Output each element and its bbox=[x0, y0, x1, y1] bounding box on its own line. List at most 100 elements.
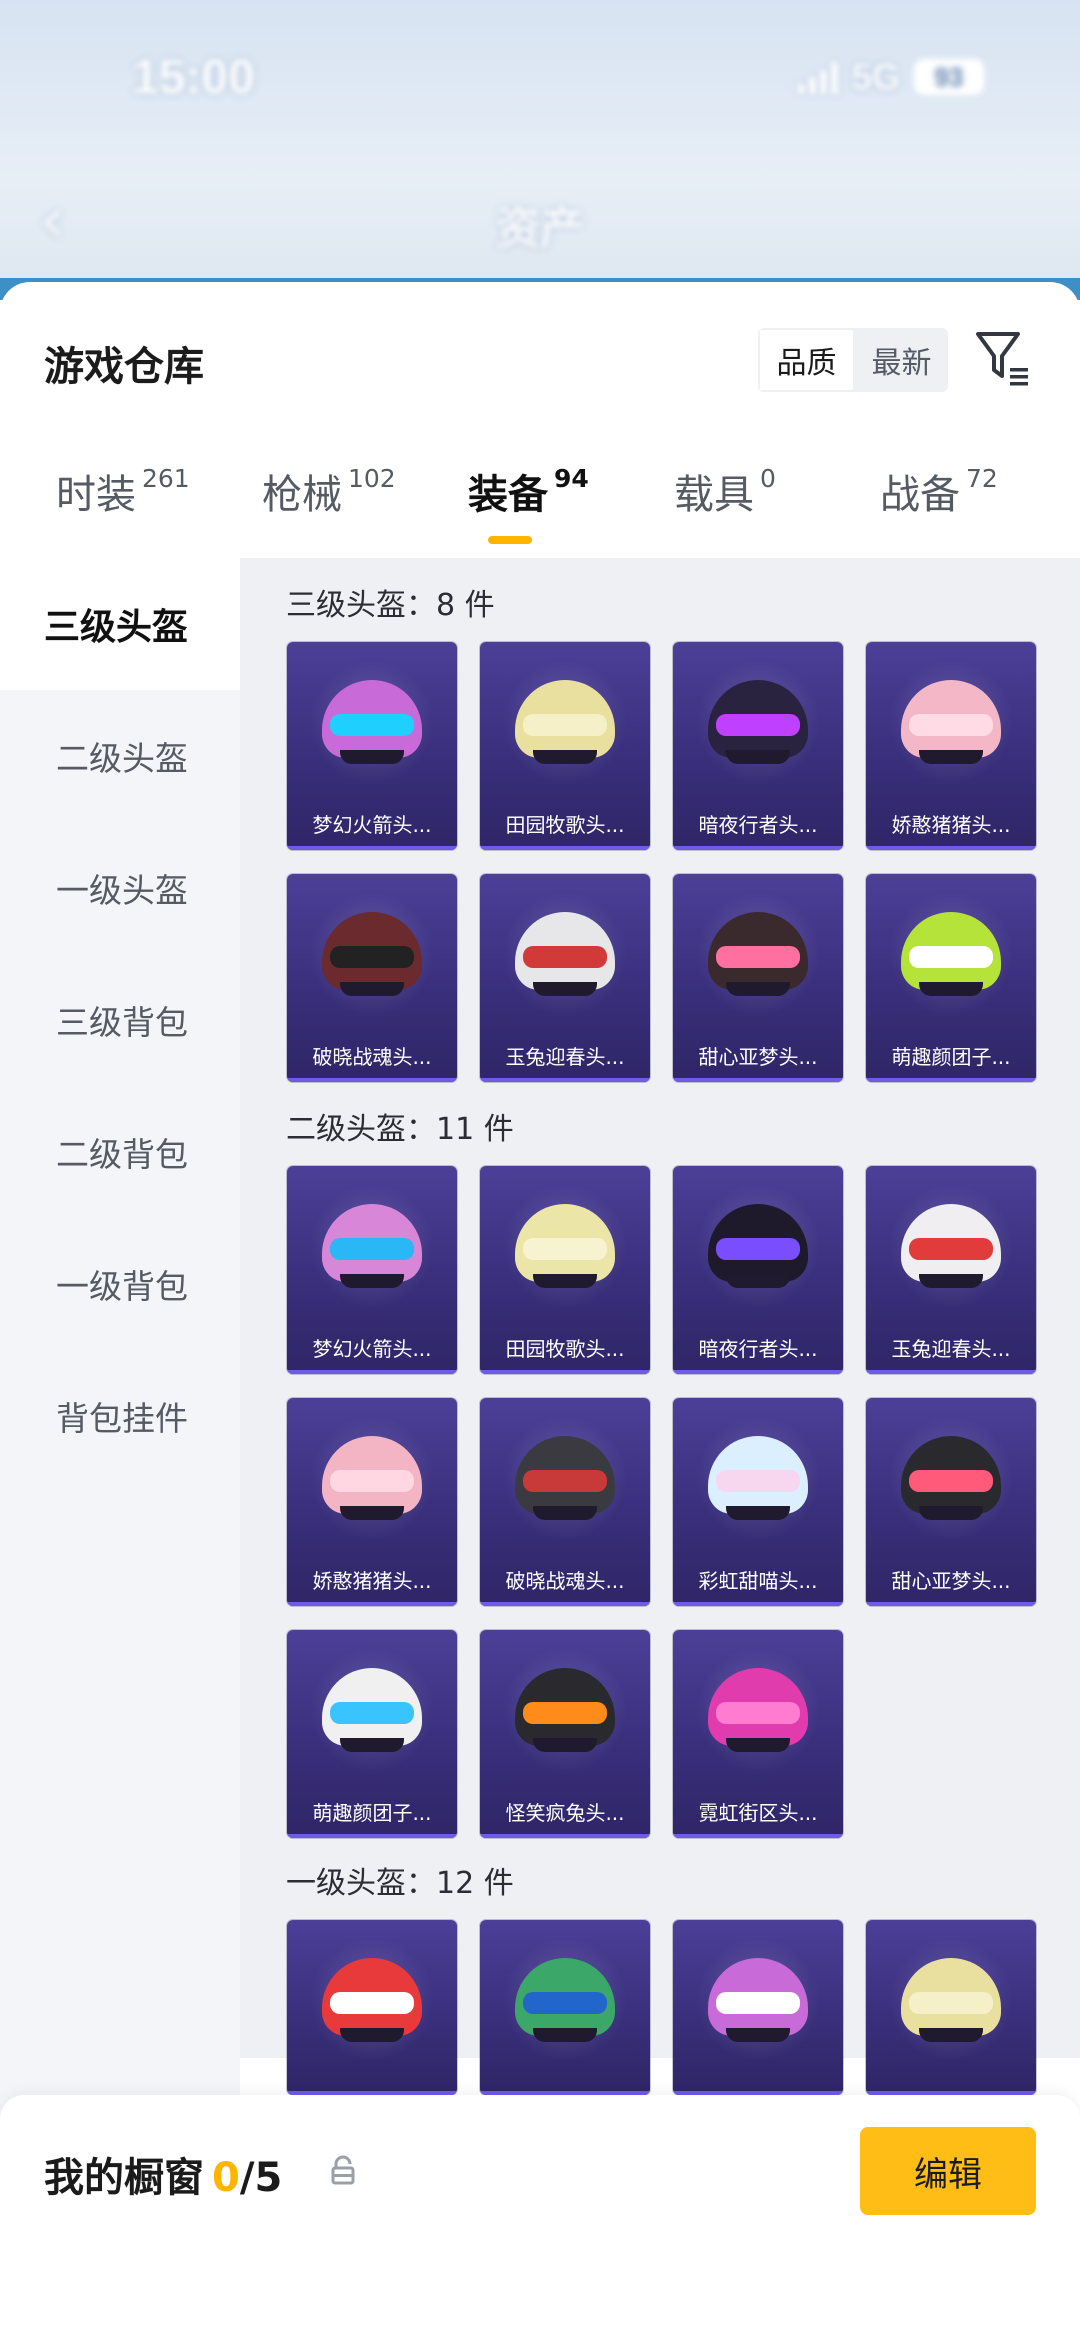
helmet-visor bbox=[716, 714, 800, 736]
edit-button[interactable]: 编辑 bbox=[860, 2127, 1036, 2215]
item-card[interactable]: 玉兔迎春头... bbox=[866, 1166, 1036, 1374]
helmet-rim bbox=[919, 2028, 983, 2042]
tab-combat-gear[interactable]: 战备 72 bbox=[880, 462, 998, 520]
helmet-icon bbox=[901, 1204, 1001, 1288]
helmet-visor bbox=[716, 1702, 800, 1724]
helmet-icon bbox=[901, 680, 1001, 764]
item-name: 梦幻火箭头... bbox=[312, 813, 432, 837]
showcase-used-count: 0 bbox=[212, 2155, 240, 2201]
item-card[interactable]: 破晓战魂头... bbox=[480, 1398, 650, 1606]
helmet-visor bbox=[716, 946, 800, 968]
helmet-visor bbox=[909, 714, 993, 736]
item-name: 梦幻火箭头... bbox=[312, 1337, 432, 1361]
helmet-rim bbox=[919, 750, 983, 764]
helmet-visor bbox=[330, 946, 414, 968]
tab-label: 时装 bbox=[56, 472, 136, 518]
item-name: 暗夜行者头... bbox=[698, 813, 818, 837]
helmet-icon bbox=[708, 1436, 808, 1520]
item-card[interactable]: 霓虹街区头... bbox=[673, 1630, 843, 1838]
showcase-bar: 我的橱窗 0 /5 编辑 bbox=[0, 2095, 1080, 2341]
item-card[interactable] bbox=[480, 1920, 650, 2095]
filter-icon[interactable] bbox=[972, 326, 1032, 390]
tab-equipment[interactable]: 装备 94 bbox=[468, 462, 589, 520]
tab-label: 载具 bbox=[674, 472, 754, 518]
helmet-rim bbox=[919, 1506, 983, 1520]
tab-count: 94 bbox=[554, 464, 589, 493]
helmet-rim bbox=[533, 2028, 597, 2042]
item-name: 田园牧歌头... bbox=[505, 813, 625, 837]
helmet-icon bbox=[708, 1668, 808, 1752]
item-card[interactable] bbox=[866, 1920, 1036, 2095]
item-card[interactable]: 萌趣颜团子... bbox=[287, 1630, 457, 1838]
tab-count: 0 bbox=[760, 464, 776, 493]
sort-quality-button[interactable]: 品质 bbox=[758, 328, 855, 392]
network-type: 5G bbox=[851, 56, 900, 97]
helmet-rim bbox=[726, 1738, 790, 1752]
item-name: 萌趣颜团子... bbox=[312, 1801, 432, 1825]
helmet-rim bbox=[340, 1738, 404, 1752]
tab-vehicles[interactable]: 载具 0 bbox=[674, 462, 776, 520]
item-name: 甜心亚梦头... bbox=[891, 1569, 1011, 1593]
helmet-visor bbox=[523, 946, 607, 968]
item-name: 娇憨猪猪头... bbox=[312, 1569, 432, 1593]
item-card[interactable]: 玉兔迎春头... bbox=[480, 874, 650, 1082]
item-name: 破晓战魂头... bbox=[312, 1045, 432, 1069]
category-level3-helmet[interactable]: 三级头盔 bbox=[0, 558, 240, 690]
helmet-rim bbox=[919, 1274, 983, 1288]
item-card[interactable]: 暗夜行者头... bbox=[673, 1166, 843, 1374]
item-card[interactable] bbox=[673, 1920, 843, 2095]
helmet-rim bbox=[726, 982, 790, 996]
helmet-icon bbox=[708, 912, 808, 996]
item-card[interactable]: 梦幻火箭头... bbox=[287, 642, 457, 850]
item-card[interactable]: 甜心亚梦头... bbox=[866, 1398, 1036, 1606]
item-card[interactable]: 梦幻火箭头... bbox=[287, 1166, 457, 1374]
item-card[interactable]: 暗夜行者头... bbox=[673, 642, 843, 850]
lock-icon bbox=[331, 2155, 355, 2185]
tab-count: 72 bbox=[966, 464, 998, 493]
category-level1-helmet[interactable]: 一级头盔 bbox=[0, 822, 240, 954]
item-card[interactable]: 彩虹甜喵头... bbox=[673, 1398, 843, 1606]
helmet-visor bbox=[523, 1992, 607, 2014]
sort-newest-button[interactable]: 最新 bbox=[855, 328, 948, 392]
item-card[interactable]: 破晓战魂头... bbox=[287, 874, 457, 1082]
tab-bar: 时装 261 枪械 102 装备 94 载具 0 战备 72 bbox=[0, 462, 1080, 552]
item-card[interactable]: 田园牧歌头... bbox=[480, 642, 650, 850]
status-indicators: 5G 93 bbox=[797, 56, 984, 98]
page-title: 资产 bbox=[496, 203, 584, 254]
category-level1-backpack[interactable]: 一级背包 bbox=[0, 1218, 240, 1350]
top-status-area: 15:00 5G 93 ‹ 资产 bbox=[0, 0, 1080, 300]
tab-weapons[interactable]: 枪械 102 bbox=[262, 462, 396, 520]
helmet-rim bbox=[340, 982, 404, 996]
tab-label: 装备 bbox=[468, 472, 548, 518]
helmet-rim bbox=[340, 750, 404, 764]
item-card[interactable]: 甜心亚梦头... bbox=[673, 874, 843, 1082]
warehouse-title: 游戏仓库 bbox=[44, 344, 204, 390]
battery-level: 93 bbox=[934, 61, 964, 92]
helmet-icon bbox=[708, 1958, 808, 2042]
helmet-icon bbox=[515, 1436, 615, 1520]
tab-fashion[interactable]: 时装 261 bbox=[56, 462, 190, 520]
category-backpack-charm[interactable]: 背包挂件 bbox=[0, 1350, 240, 1482]
helmet-visor bbox=[909, 946, 993, 968]
helmet-icon bbox=[515, 680, 615, 764]
item-card[interactable]: 娇憨猪猪头... bbox=[287, 1398, 457, 1606]
item-name: 玉兔迎春头... bbox=[505, 1045, 625, 1069]
item-card[interactable]: 怪笑疯兔头... bbox=[480, 1630, 650, 1838]
category-level2-backpack[interactable]: 二级背包 bbox=[0, 1086, 240, 1218]
helmet-visor bbox=[330, 1470, 414, 1492]
signal-icon bbox=[797, 60, 838, 94]
item-card[interactable]: 娇憨猪猪头... bbox=[866, 642, 1036, 850]
item-card[interactable] bbox=[287, 1920, 457, 2095]
category-sidebar: 三级头盔 二级头盔 一级头盔 三级背包 二级背包 一级背包 背包挂件 bbox=[0, 558, 240, 2158]
helmet-icon bbox=[515, 1958, 615, 2042]
helmet-rim bbox=[726, 750, 790, 764]
helmet-rim bbox=[340, 1274, 404, 1288]
helmet-visor bbox=[909, 1470, 993, 1492]
category-level2-helmet[interactable]: 二级头盔 bbox=[0, 690, 240, 822]
item-name: 娇憨猪猪头... bbox=[891, 813, 1011, 837]
item-card[interactable]: 萌趣颜团子... bbox=[866, 874, 1036, 1082]
item-card[interactable]: 田园牧歌头... bbox=[480, 1166, 650, 1374]
helmet-icon bbox=[322, 1958, 422, 2042]
helmet-icon bbox=[515, 912, 615, 996]
category-level3-backpack[interactable]: 三级背包 bbox=[0, 954, 240, 1086]
